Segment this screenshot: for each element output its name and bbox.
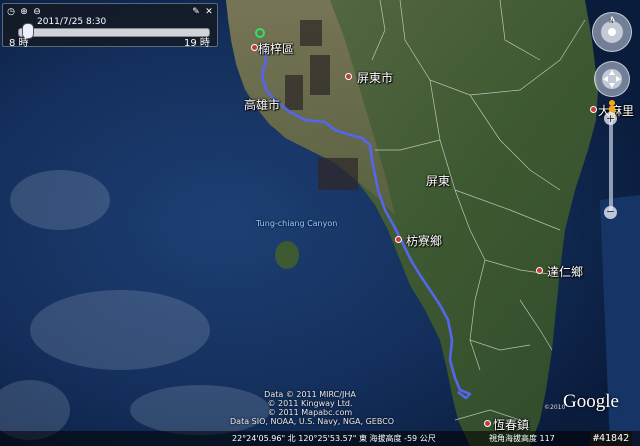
close-icon[interactable]: ✕	[204, 7, 214, 17]
image-id-badge: #41842	[590, 431, 633, 446]
place-dot-pingtung-city[interactable]	[345, 73, 352, 80]
place-label-pingtung[interactable]: 屏東	[426, 172, 450, 189]
place-label-fangliao[interactable]: 枋寮鄉	[406, 232, 442, 249]
zoom-plus-button[interactable]: +	[604, 112, 617, 125]
google-logo: Google	[563, 391, 619, 412]
place-label-kaohsiung[interactable]: 高雄市	[244, 96, 280, 113]
time-slider-track[interactable]	[18, 28, 210, 37]
look-around-icon[interactable]: N	[592, 12, 632, 52]
zoom-out-icon[interactable]: ⊖	[32, 7, 42, 17]
place-dot-hengchun[interactable]	[484, 420, 491, 427]
zoom-in-icon[interactable]: ⊕	[19, 7, 29, 17]
current-time-label: 2011/7/25 8:30	[37, 17, 107, 27]
place-dot-taimali[interactable]	[590, 106, 597, 113]
time-start-label: 8 時	[9, 38, 29, 49]
google-earth-view[interactable]: 楠梓區 屏東市 高雄市 屏東 枋寮鄉 大麻里 達仁鄉 恆春鎮 Tung-chia…	[0, 0, 640, 446]
eye-altitude: 視角海拔高度 117	[489, 434, 555, 443]
credit-line: © 2011 Mapabc.com	[267, 408, 353, 417]
place-label-daren[interactable]: 達仁鄉	[547, 263, 583, 280]
zoom-slider-icon[interactable]	[609, 112, 613, 212]
island	[275, 241, 299, 269]
wrench-icon[interactable]: ✎	[191, 7, 201, 17]
credit-line: © 2011 Kingway Ltd.	[267, 399, 353, 408]
svg-text:N: N	[609, 18, 614, 25]
data-credits: Data © 2011 MIRC/JHA © 2011 Kingway Ltd.…	[230, 390, 395, 426]
time-slider-panel: ◷ ⊕ ⊖ ✎ ✕ 2011/7/25 8:30 8 時 19 時	[2, 3, 218, 49]
zoom-minus-button[interactable]: −	[604, 206, 617, 219]
time-end-label: 19 時	[184, 38, 210, 49]
move-icon[interactable]	[594, 61, 630, 97]
place-label-nanzi[interactable]: 楠梓區	[258, 40, 294, 57]
place-dot-fangliao[interactable]	[395, 236, 402, 243]
place-dot-nanzi[interactable]	[251, 44, 258, 51]
clock-icon[interactable]: ◷	[6, 7, 16, 17]
credit-line: Data SIO, NOAA, U.S. Navy, NGA, GEBCO	[230, 417, 395, 426]
place-dot-daren[interactable]	[536, 267, 543, 274]
ocean-feature-label: Tung-chiang Canyon	[256, 219, 338, 228]
credit-line: Data © 2011 MIRC/JHA	[264, 390, 356, 399]
pointer-coordinates: 22°24'05.96" 北 120°25'53.57" 東 海拔高度 -59 …	[232, 434, 436, 443]
place-label-pingtung-city[interactable]: 屏東市	[357, 69, 393, 86]
